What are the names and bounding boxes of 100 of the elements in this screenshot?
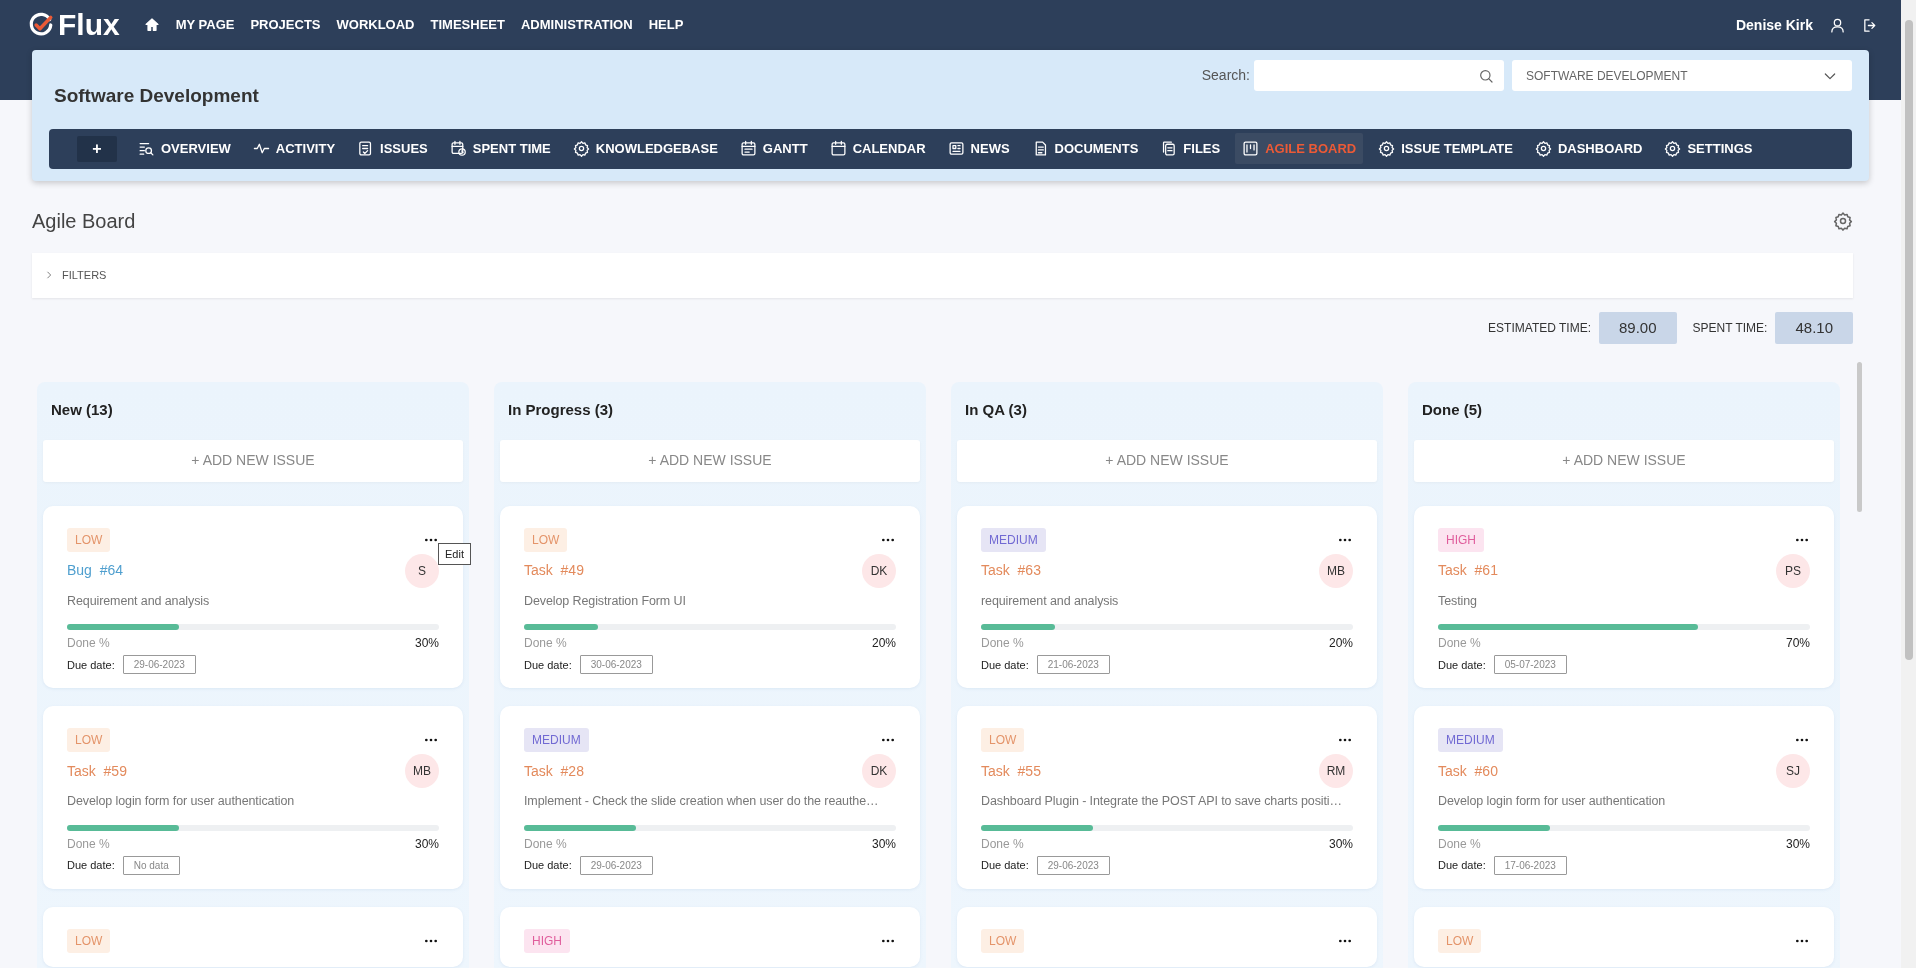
chevron-right-icon — [44, 270, 54, 280]
issue-subject: requirement and analysis — [981, 592, 1120, 610]
done-label: Done % — [1438, 635, 1481, 653]
nav-link[interactable]: WORKLOAD — [336, 15, 415, 35]
done-label: Done % — [524, 635, 567, 653]
avatar: SJ — [1776, 754, 1810, 789]
menu-tab[interactable]: OVERVIEW — [131, 132, 238, 165]
board-scrollbar[interactable] — [1857, 362, 1862, 512]
priority-tag: HIGH — [524, 929, 570, 953]
menu-tab[interactable]: FILES — [1153, 132, 1228, 165]
check-circle-logo-icon[interactable] — [28, 12, 54, 38]
project-select[interactable]: SOFTWARE DEVELOPMENT — [1512, 60, 1852, 91]
nav-link[interactable]: ADMINISTRATION — [520, 15, 633, 35]
gear-icon — [1664, 140, 1682, 157]
nav-link[interactable]: PROJECTS — [250, 15, 321, 35]
done-label: Done % — [981, 836, 1024, 853]
user-name[interactable]: Denise Kirk — [1735, 14, 1813, 36]
menu-tab[interactable]: ACTIVITY — [245, 132, 343, 165]
done-percent: 70% — [1785, 635, 1810, 653]
avatar: PS — [1776, 553, 1810, 588]
priority-tag: LOW — [981, 728, 1025, 753]
column-title: New (13) — [51, 400, 114, 420]
add-issue-button[interactable]: + ADD NEW ISSUE — [1414, 439, 1834, 482]
avatar: MB — [1319, 553, 1353, 588]
user-icon[interactable] — [1829, 16, 1846, 34]
done-percent: 30% — [414, 635, 439, 653]
menu-tab[interactable]: DOCUMENTS — [1024, 132, 1146, 165]
nav-link[interactable]: HELP — [648, 15, 684, 35]
issue-card[interactable]: LOW Task #59 MB Develop login form for user authentication Done % 30% Due date: No data — [43, 706, 463, 889]
search-field[interactable] — [1254, 60, 1504, 91]
done-label: Done % — [1438, 836, 1481, 853]
done-percent: 30% — [871, 836, 896, 853]
issue-card[interactable]: MEDIUM Task #60 SJ Develop login form for user authentication Done % 30% Due date: 17-06-2023 — [1414, 706, 1834, 889]
priority-tag: LOW — [1438, 929, 1482, 953]
add-issue-button[interactable]: + ADD NEW ISSUE — [500, 439, 920, 482]
total-label: ESTIMATED TIME: — [1488, 319, 1591, 337]
calendar-clock-icon — [449, 140, 467, 157]
due-label: Due date: — [524, 858, 572, 874]
nav-link[interactable]: MY PAGE — [175, 15, 235, 35]
add-issue-button[interactable]: + ADD NEW ISSUE — [957, 439, 1377, 482]
done-percent: 20% — [1328, 635, 1353, 653]
gear-icon — [1534, 140, 1552, 157]
issue-subject: Develop login form for user authentication — [1438, 793, 1667, 811]
issue-subject: Implement - Check the slide creation when user do the reauthe… — [524, 793, 880, 811]
done-label: Done % — [67, 836, 110, 853]
priority-tag: LOW — [67, 527, 111, 552]
due-date: 29-06-2023 — [1036, 856, 1110, 875]
menu-tab[interactable]: GANTT — [732, 132, 815, 165]
due-date: 29-06-2023 — [122, 655, 196, 675]
priority-tag: MEDIUM — [524, 728, 589, 753]
total-value: 48.10 — [1775, 311, 1853, 344]
nav-link[interactable]: TIMESHEET — [430, 15, 505, 35]
done-label: Done % — [524, 836, 567, 853]
due-label: Due date: — [1438, 657, 1486, 673]
priority-tag: HIGH — [1438, 527, 1484, 552]
done-label: Done % — [981, 635, 1024, 653]
issue-card[interactable]: MEDIUM Task #28 DK Implement - Check the slide creation when user do the reauthe… Done % 30% Due date: 29-06-2023 — [500, 706, 920, 889]
menu-tab[interactable]: SPENT TIME — [442, 132, 558, 165]
due-date: 05-07-2023 — [1493, 655, 1567, 675]
filters-bar[interactable]: FILTERS — [32, 252, 1853, 298]
issue-card[interactable]: LOW Task #55 RM Dashboard Plugin - Integrate the POST API to save charts positi… Done % 30% Due date: 29-06-2023 — [957, 706, 1377, 889]
due-label: Due date: — [981, 858, 1029, 874]
due-label: Due date: — [67, 858, 115, 874]
newspaper-icon — [947, 140, 965, 157]
menu-tab[interactable]: NEWS — [940, 132, 1017, 165]
priority-tag: LOW — [67, 929, 111, 953]
avatar: MB — [405, 754, 439, 789]
done-percent: 30% — [414, 836, 439, 853]
gear-icon — [572, 140, 590, 157]
due-label: Due date: — [981, 657, 1029, 673]
add-button[interactable]: + — [77, 135, 117, 162]
search-label: Search: — [1201, 66, 1250, 85]
menu-tab[interactable]: ISSUE TEMPLATE — [1371, 132, 1520, 165]
column-title: Done (5) — [1422, 400, 1483, 420]
done-percent: 30% — [1328, 836, 1353, 853]
issue-card[interactable]: HIGH Task #61 PS Testing Done % 70% Due date: 05-07-2023 — [1414, 505, 1834, 689]
menu-tab[interactable]: ISSUES — [350, 132, 435, 165]
copies-icon — [1160, 140, 1178, 157]
list-search-icon — [138, 140, 155, 157]
issue-card[interactable]: MEDIUM Task #63 MB requirement and analysis Done % 20% Due date: 21-06-2023 — [957, 505, 1377, 689]
total-value: 89.00 — [1599, 311, 1677, 344]
priority-tag: LOW — [981, 929, 1025, 953]
search-icon — [1478, 67, 1494, 84]
settings-icon[interactable] — [1833, 210, 1853, 231]
done-label: Done % — [67, 635, 110, 653]
menu-tab[interactable]: KNOWLEDGEBASE — [565, 132, 725, 165]
due-date: 30-06-2023 — [579, 655, 653, 675]
home-icon[interactable] — [143, 17, 160, 33]
due-label: Due date: — [67, 657, 115, 673]
logo-text[interactable]: Flux — [58, 10, 120, 40]
menu-tab[interactable]: DASHBOARD — [1527, 132, 1650, 165]
page-scrollbar[interactable] — [1901, 0, 1916, 968]
calendar-list-icon — [739, 140, 757, 157]
menu-tab[interactable]: SETTINGS — [1657, 132, 1760, 165]
add-issue-button[interactable]: + ADD NEW ISSUE — [43, 439, 463, 482]
issue-card[interactable]: LOW Task #49 DK Develop Registration Form UI Done % 20% Due date: 30-06-2023 — [500, 505, 920, 689]
menu-tab[interactable]: CALENDAR — [822, 132, 933, 165]
issue-subject: Develop Registration Form UI — [524, 592, 687, 610]
done-percent: 30% — [1785, 836, 1810, 853]
issue-subject: Develop login form for user authentication — [67, 793, 296, 811]
